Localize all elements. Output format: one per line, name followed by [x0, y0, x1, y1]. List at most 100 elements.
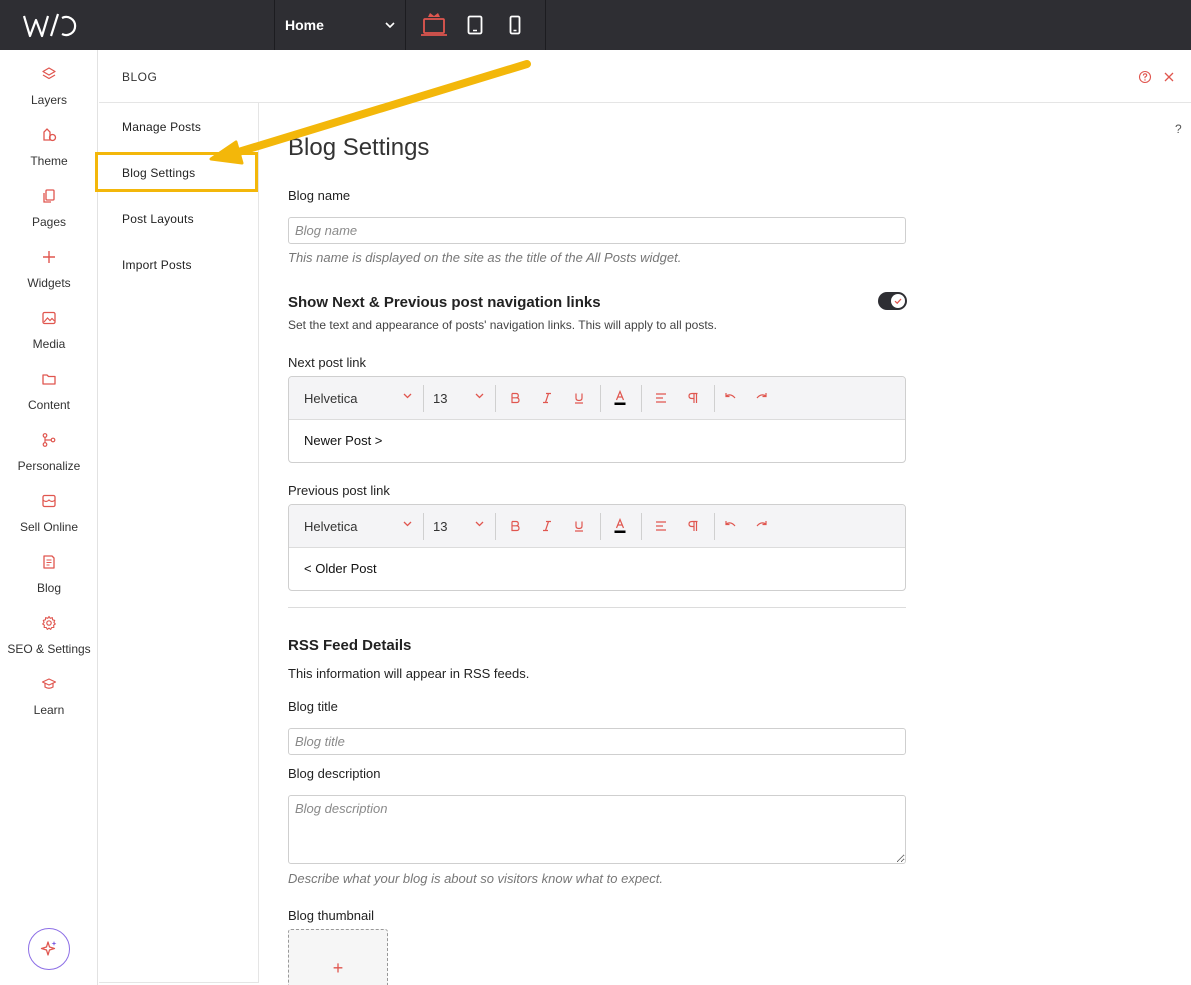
font-family-select[interactable]: Helvetica	[304, 391, 357, 406]
previous-post-text[interactable]: < Older Post	[289, 548, 905, 590]
paragraph-icon	[688, 392, 698, 403]
underline-icon	[575, 521, 583, 532]
sidebar-item-label: Widgets	[27, 276, 71, 290]
sidebar-item-pages[interactable]: Pages	[0, 180, 98, 230]
section-divider	[288, 607, 906, 608]
sidebar-item-label: Content	[27, 398, 71, 412]
sidebar-item-widgets[interactable]: Widgets	[0, 241, 98, 291]
italic-button[interactable]	[538, 389, 556, 407]
undo-icon	[725, 521, 736, 527]
help-circle-icon	[1138, 70, 1152, 84]
chevron-down-icon[interactable]	[475, 521, 484, 527]
blog-thumbnail-label: Blog thumbnail	[288, 908, 374, 923]
sidebar-item-learn[interactable]: Learn	[0, 668, 98, 718]
plus-icon: +	[332, 957, 344, 978]
graduation-cap-icon	[41, 678, 57, 689]
nav-links-toggle[interactable]	[878, 292, 907, 310]
text-color-button[interactable]	[611, 389, 629, 407]
font-size-select[interactable]: 13	[433, 391, 447, 406]
text-color-button[interactable]	[611, 517, 629, 535]
paragraph-button[interactable]	[684, 517, 702, 535]
font-family-select[interactable]: Helvetica	[304, 519, 357, 534]
redo-icon	[756, 521, 767, 527]
sidebar-item-media[interactable]: Media	[0, 302, 98, 352]
topbar-divider	[545, 0, 546, 50]
bold-button[interactable]	[506, 517, 524, 535]
logo[interactable]	[0, 0, 98, 50]
next-post-editor: Helvetica 13 Newer Post >	[288, 376, 906, 463]
underline-button[interactable]	[570, 517, 588, 535]
pages-icon	[43, 189, 55, 203]
wd-logo-icon	[22, 13, 77, 38]
gear-icon	[42, 615, 56, 630]
tablet-view-button[interactable]	[458, 8, 492, 42]
help-question-mark[interactable]: ?	[1175, 122, 1182, 136]
font-size-select[interactable]: 13	[433, 519, 447, 534]
chevron-down-icon[interactable]	[475, 393, 484, 399]
blog-title-label: Blog title	[288, 699, 338, 714]
sidebar-item-seo-settings[interactable]: SEO & Settings	[0, 607, 98, 657]
align-left-icon	[656, 393, 666, 403]
sidebar-item-blog[interactable]: Blog	[0, 546, 98, 596]
sidebar-item-label: Pages	[31, 215, 67, 229]
underline-icon	[575, 393, 583, 404]
text-color-icon	[614, 518, 626, 533]
italic-icon	[543, 392, 551, 404]
subnav-item-post-layouts[interactable]: Post Layouts	[122, 212, 194, 226]
underline-button[interactable]	[570, 389, 588, 407]
toolbar-separator	[641, 513, 642, 540]
mobile-icon	[509, 15, 521, 35]
page-title: Blog Settings	[288, 134, 430, 161]
image-icon	[42, 311, 56, 325]
sidebar-item-label: Theme	[30, 154, 68, 168]
sidebar-item-content[interactable]: Content	[0, 363, 98, 413]
blog-name-hint: This name is displayed on the site as th…	[288, 250, 682, 265]
blog-description-textarea[interactable]	[288, 795, 906, 864]
plus-icon	[43, 251, 55, 263]
sidebar-item-sell-online[interactable]: Sell Online	[0, 485, 98, 535]
help-button[interactable]	[1138, 70, 1152, 84]
ai-assistant-button[interactable]	[28, 928, 70, 970]
toolbar-separator	[495, 385, 496, 412]
panel-header: BLOG	[99, 50, 1191, 103]
subnav-item-manage-posts[interactable]: Manage Posts	[122, 120, 201, 134]
undo-button[interactable]	[721, 389, 739, 407]
sidebar-item-theme[interactable]: Theme	[0, 119, 98, 169]
redo-button[interactable]	[753, 389, 771, 407]
desktop-view-button[interactable]	[417, 8, 451, 42]
close-icon	[1164, 72, 1174, 82]
blog-description-label: Blog description	[288, 766, 381, 781]
blog-description-hint: Describe what your blog is about so visi…	[288, 871, 664, 886]
nav-links-title: Show Next & Previous post navigation lin…	[288, 294, 601, 311]
undo-button[interactable]	[721, 517, 739, 535]
left-sidebar: Layers Theme Pages Widgets Media Content…	[0, 50, 98, 985]
bold-button[interactable]	[506, 389, 524, 407]
rss-description: This information will appear in RSS feed…	[288, 666, 530, 681]
rss-section-title: RSS Feed Details	[288, 637, 412, 654]
toolbar-separator	[423, 385, 424, 412]
sidebar-item-personalize[interactable]: Personalize	[0, 424, 98, 474]
blog-title-input[interactable]	[288, 728, 906, 755]
paragraph-button[interactable]	[684, 389, 702, 407]
blog-thumbnail-upload[interactable]: +	[288, 929, 388, 985]
redo-button[interactable]	[753, 517, 771, 535]
layers-icon	[42, 67, 56, 80]
personalize-icon	[42, 433, 56, 447]
chevron-down-icon[interactable]	[403, 393, 412, 399]
chevron-down-icon[interactable]	[403, 521, 412, 527]
align-button[interactable]	[652, 517, 670, 535]
italic-button[interactable]	[538, 517, 556, 535]
blog-name-input[interactable]	[288, 217, 906, 244]
mobile-view-button[interactable]	[498, 8, 532, 42]
store-icon	[42, 494, 56, 508]
subnav-item-import-posts[interactable]: Import Posts	[122, 258, 192, 272]
close-button[interactable]	[1162, 70, 1176, 84]
align-button[interactable]	[652, 389, 670, 407]
chevron-down-icon	[385, 22, 395, 28]
toolbar-separator	[600, 385, 601, 412]
highlight-annotation-box	[95, 152, 258, 192]
page-selector[interactable]: Home	[275, 0, 405, 50]
next-post-text[interactable]: Newer Post >	[289, 420, 905, 462]
sidebar-item-layers[interactable]: Layers	[0, 58, 98, 108]
previous-post-label: Previous post link	[288, 483, 390, 498]
